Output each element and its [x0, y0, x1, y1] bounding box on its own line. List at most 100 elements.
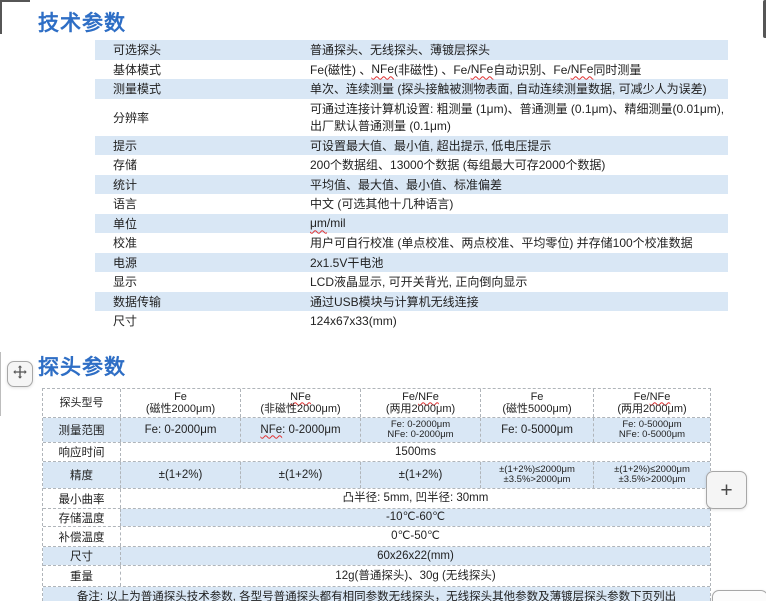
- misspelled-text: NFe: [571, 62, 594, 76]
- cell-line: NFe: 0-5000μm: [619, 430, 685, 441]
- probe-row-label: 测量范围: [43, 418, 120, 442]
- section-title-probe: 探头参数: [38, 351, 126, 381]
- spec-row: 提示可设置最大值、最小值, 超出提示, 低电压提示: [95, 136, 728, 156]
- probe-span-cell: 凸半径: 5mm, 凹半径: 30mm: [120, 489, 710, 508]
- text-segment: (两用2000μm): [386, 403, 455, 415]
- text-segment: ±(1+2%)≤2000μm: [614, 464, 690, 475]
- probe-row-label: 补偿温度: [43, 527, 120, 546]
- spec-value: μm/mil: [310, 214, 728, 234]
- text-segment: (两用2000μm): [617, 403, 686, 415]
- window-edge-artifact: [0, 0, 2, 34]
- cell-line: (非磁性2000μm): [260, 403, 340, 416]
- text-segment: NFe: 0-5000μm: [619, 429, 685, 440]
- add-column-button[interactable]: +: [706, 471, 747, 509]
- text-segment: 2x1.5V干电池: [310, 254, 383, 271]
- spec-label: 校准: [95, 233, 310, 253]
- spec-label: 可选探头: [95, 40, 310, 60]
- probe-row-label: 精度: [43, 462, 120, 488]
- section-title-tech: 技术参数: [38, 7, 126, 37]
- text-segment: Fe: 0-5000μm: [622, 419, 681, 430]
- text-segment: 0℃-50℃: [391, 530, 440, 542]
- spec-value: 124x67x33(mm): [310, 311, 728, 331]
- probe-row: 尺寸60x26x22(mm): [43, 546, 710, 565]
- table-move-handle[interactable]: [7, 361, 33, 387]
- spec-value: 中文 (可选其他十几种语言): [310, 194, 728, 214]
- probe-cell: Fe: 0-5000μm: [480, 418, 593, 442]
- text-segment: 60x26x22(mm): [377, 550, 454, 562]
- text-segment: Fe: [531, 391, 544, 403]
- text-segment: Fe: [174, 391, 187, 403]
- spec-row: 单位μm/mil: [95, 214, 728, 234]
- text-segment: 通过USB模块与计算机无线连接: [310, 293, 479, 310]
- text-segment: 出厂默认普通测量 (0.1μm): [310, 119, 451, 133]
- spec-value: Fe(磁性) 、NFe(非磁性) 、Fe/NFe自动识别、Fe/NFe同时测量: [310, 60, 728, 80]
- cell-line: Fe: [531, 391, 544, 404]
- text-segment: (磁性2000μm): [146, 403, 215, 415]
- probe-header-row: 探头型号Fe(磁性2000μm)NFe(非磁性2000μm)Fe/NFe(两用2…: [43, 389, 710, 417]
- probe-cell: ±(1+2%)≤2000μm±3.5%>2000μm: [480, 462, 593, 488]
- text-segment: ±(1+2%): [279, 469, 323, 481]
- probe-row-label: 响应时间: [43, 443, 120, 461]
- misspelled-text: μm: [310, 216, 327, 230]
- misspelled-text: NFe: [471, 62, 494, 76]
- text-segment: NFe: 0-2000μm: [387, 429, 453, 440]
- probe-span-cell: 12g(普通探头)、30g (无线探头): [120, 566, 710, 586]
- probe-span-cell: 0℃-50℃: [120, 527, 710, 546]
- cell-line: Fe: 0-2000μm: [145, 424, 217, 437]
- misspelled-text: NFe: [371, 62, 394, 76]
- cell-line: Fe/NFe: [402, 391, 439, 404]
- text-segment: Fe(磁性) 、: [310, 61, 371, 78]
- cell-line: Fe/NFe: [634, 391, 671, 404]
- cell-line: 60x26x22(mm): [377, 550, 454, 563]
- text-segment: Fe/: [634, 391, 650, 403]
- spec-value: 可设置最大值、最小值, 超出提示, 低电压提示: [310, 136, 728, 156]
- probe-span-cell: 60x26x22(mm): [120, 547, 710, 565]
- spec-value: 用户可自行校准 (单点校准、两点校准、平均零位) 并存储100个校准数据: [310, 233, 728, 253]
- probe-note-cell: 备注: 以上为普通探头技术参数, 各型号普通探头都有相同参数无线探头，无线探头其…: [43, 587, 710, 601]
- spec-label: 存储: [95, 155, 310, 175]
- text-segment: 凸半径: 5mm, 凹半径: 30mm: [343, 492, 489, 504]
- cell-line: 0℃-50℃: [391, 530, 440, 543]
- probe-row-label: 存储温度: [43, 509, 120, 526]
- spec-label: 语言: [95, 194, 310, 214]
- tech-spec-table: 可选探头普通探头、无线探头、薄镀层探头基体模式Fe(磁性) 、NFe(非磁性) …: [95, 40, 728, 331]
- cell-line: 凸半径: 5mm, 凹半径: 30mm: [343, 492, 489, 505]
- window-edge-artifact: [0, 0, 30, 2]
- text-segment: Fe/: [402, 391, 418, 403]
- spec-row: 统计平均值、最大值、最小值、标准偏差: [95, 175, 728, 195]
- text-segment: 单次、连续测量 (探头接触被测物表面, 自动连续测量数据, 可减少人为误差): [310, 80, 707, 97]
- probe-cell: NFe: 0-2000μm: [240, 418, 360, 442]
- probe-col-header: Fe(磁性2000μm): [120, 389, 240, 417]
- text-segment: Fe: 0-2000μm: [391, 419, 450, 430]
- probe-col-header: Fe(磁性5000μm): [480, 389, 593, 417]
- text-segment: : 0-2000μm: [282, 424, 340, 436]
- spec-row: 存储200个数据组、13000个数据 (每组最大可存2000个数据): [95, 155, 728, 175]
- text-segment: 200个数据组、13000个数据 (每组最大可存2000个数据): [310, 156, 605, 173]
- text-segment: ±(1+2%): [399, 469, 443, 481]
- spec-value: 2x1.5V干电池: [310, 253, 728, 273]
- spec-label: 分辨率: [95, 99, 310, 136]
- spec-label: 电源: [95, 253, 310, 273]
- cell-line: Fe: 0-5000μm: [501, 424, 573, 437]
- spec-row: 分辨率可通过连接计算机设置: 粗测量 (1μm)、普通测量 (0.1μm)、精细…: [95, 99, 728, 136]
- probe-row: 测量范围Fe: 0-2000μmNFe: 0-2000μmFe: 0-2000μ…: [43, 417, 710, 442]
- probe-row: 最小曲率 凸半径: 5mm, 凹半径: 30mm: [43, 488, 710, 508]
- probe-col-header: Fe/NFe(两用2000μm): [360, 389, 480, 417]
- probe-row: 重量12g(普通探头)、30g (无线探头): [43, 565, 710, 586]
- probe-row-label: 最小曲率: [43, 489, 120, 508]
- text-segment: ±(1+2%)≤2000μm: [499, 464, 575, 475]
- cell-line: 1500ms: [395, 446, 436, 459]
- text-segment: -10℃-60℃: [386, 511, 445, 523]
- probe-row: 精度 ±(1+2%) ±(1+2%) ±(1+2%) ±(1+2%)≤2000μm±3.…: [43, 461, 710, 488]
- spec-row: 可选探头普通探头、无线探头、薄镀层探头: [95, 40, 728, 60]
- text-segment: 用户可自行校准 (单点校准、两点校准、平均零位) 并存储100个校准数据: [310, 234, 693, 251]
- probe-col-header: Fe/NFe(两用2000μm): [593, 389, 710, 417]
- add-row-button-partial[interactable]: [712, 590, 766, 601]
- spec-label: 数据传输: [95, 292, 310, 312]
- misspelled-text: NFe: [650, 391, 671, 403]
- cell-line: ±(1+2%): [159, 469, 203, 482]
- spec-row: 电源2x1.5V干电池: [95, 253, 728, 273]
- text-segment: (磁性5000μm): [502, 403, 571, 415]
- spec-row: 基体模式Fe(磁性) 、NFe(非磁性) 、Fe/NFe自动识别、Fe/NFe同…: [95, 60, 728, 80]
- probe-cell: ±(1+2%): [240, 462, 360, 488]
